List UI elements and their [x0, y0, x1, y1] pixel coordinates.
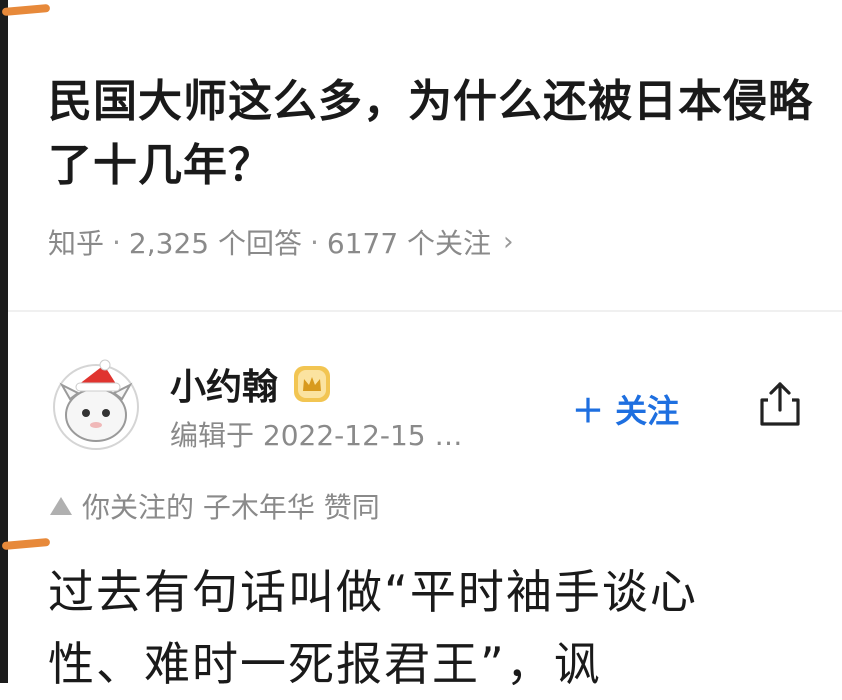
follower-count: 6177 个关注	[326, 227, 492, 260]
crown-badge-icon	[294, 366, 331, 402]
separator-dot: ·	[112, 225, 121, 259]
separator-dot: ·	[309, 225, 319, 259]
question-meta[interactable]: 知乎 · 2,325 个回答 · 6177 个关注 ›	[48, 222, 513, 262]
orange-highlight-mark	[1, 3, 51, 17]
orange-highlight-mark	[1, 537, 51, 551]
left-edge-bar	[0, 0, 8, 683]
upvote-text: 你关注的 子木年华 赞同	[82, 491, 380, 524]
share-icon[interactable]	[754, 378, 806, 430]
upvote-notice: 你关注的 子木年华 赞同	[50, 486, 380, 526]
upvote-triangle-icon	[50, 497, 72, 515]
answer-text[interactable]: 过去有句话叫做“平时袖手谈心性、难时一死报君王”，讽	[48, 556, 788, 700]
edited-timestamp: 编辑于 2022-12-15 …	[170, 419, 463, 452]
author-name[interactable]: 小约翰	[170, 358, 278, 410]
follow-button[interactable]: ＋ 关注	[572, 386, 679, 432]
chevron-right-icon[interactable]: ›	[503, 227, 513, 257]
section-divider	[8, 310, 842, 312]
platform-label: 知乎	[48, 227, 105, 260]
author-name-row[interactable]: 小约翰	[170, 358, 332, 410]
question-title[interactable]: 民国大师这么多，为什么还被日本侵略了十几年？	[48, 70, 818, 198]
avatar[interactable]	[48, 355, 144, 451]
answer-count: 2,325 个回答	[128, 227, 302, 260]
